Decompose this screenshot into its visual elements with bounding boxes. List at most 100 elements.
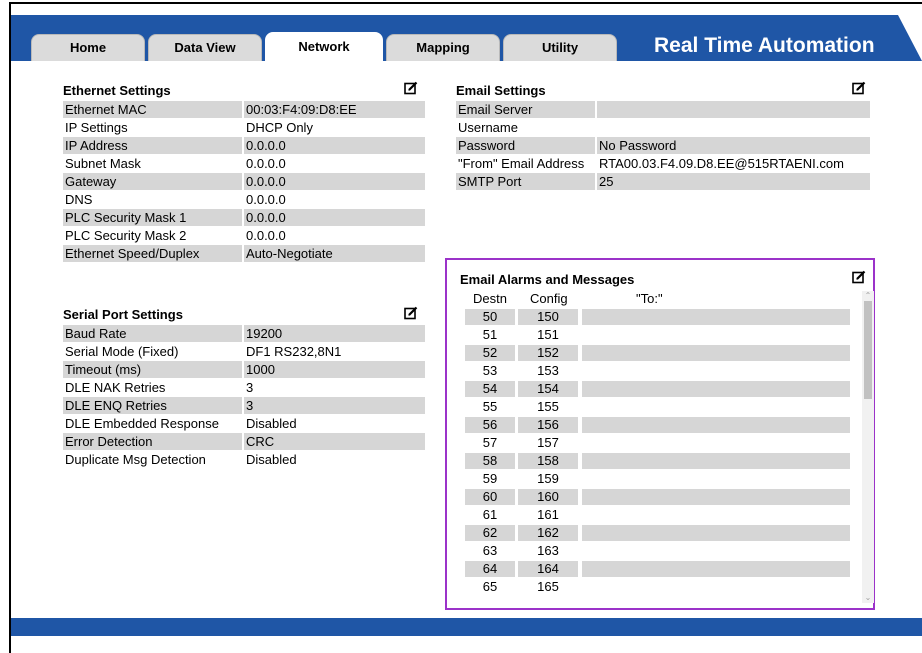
serial-setting-label: Serial Mode (Fixed) <box>65 344 179 359</box>
ethernet-setting-row: PLC Security Mask 1 0.0.0.0 <box>63 209 425 227</box>
alarm-row[interactable]: 63 163 <box>465 543 850 561</box>
ethernet-setting-row: Ethernet MAC 00:03:F4:09:D8:EE <box>63 101 425 119</box>
alarms-scrollbar[interactable]: ⌃ ⌄ <box>862 291 874 603</box>
ethernet-setting-row: Subnet Mask 0.0.0.0 <box>63 155 425 173</box>
serial-setting-row: Timeout (ms) 1000 <box>63 361 425 379</box>
alarm-config: 153 <box>537 363 559 378</box>
alarm-to-field[interactable] <box>582 327 850 343</box>
alarm-to-field[interactable] <box>582 525 850 541</box>
alarm-row[interactable]: 56 156 <box>465 417 850 435</box>
edit-icon[interactable] <box>852 81 866 95</box>
alarm-row[interactable]: 65 165 <box>465 579 850 597</box>
alarm-destn: 52 <box>465 345 515 361</box>
alarm-row[interactable]: 59 159 <box>465 471 850 489</box>
ethernet-setting-value: 0.0.0.0 <box>246 156 286 171</box>
ethernet-setting-value: 0.0.0.0 <box>246 228 286 243</box>
alarm-row[interactable]: 55 155 <box>465 399 850 417</box>
alarm-destn: 62 <box>465 525 515 541</box>
tab-data-view[interactable]: Data View <box>148 34 262 61</box>
alarm-config: 150 <box>518 309 578 325</box>
column-header-config: Config <box>530 291 568 306</box>
alarm-to-field[interactable] <box>582 489 850 505</box>
alarm-to-field[interactable] <box>582 507 850 523</box>
alarm-to-field[interactable] <box>582 471 850 487</box>
alarm-to-field[interactable] <box>582 543 850 559</box>
serial-setting-value: Disabled <box>246 416 297 431</box>
alarm-config: 151 <box>537 327 559 342</box>
ethernet-settings-title: Ethernet Settings <box>63 83 171 98</box>
alarm-destn: 54 <box>465 381 515 397</box>
alarm-destn: 55 <box>482 399 498 414</box>
email-setting-value: 25 <box>597 173 870 190</box>
alarm-to-field[interactable] <box>582 345 850 361</box>
alarm-destn: 51 <box>482 327 498 342</box>
ethernet-setting-value: 00:03:F4:09:D8:EE <box>244 101 425 118</box>
ethernet-setting-row: IP Address 0.0.0.0 <box>63 137 425 155</box>
alarm-destn: 65 <box>482 579 498 594</box>
email-alarms-list[interactable]: 50 150 51 151 52 152 53 153 54 154 55 155 56 156 57 157… <box>465 309 850 598</box>
alarm-to-field[interactable] <box>582 309 850 325</box>
alarm-config: 162 <box>518 525 578 541</box>
alarm-to-field[interactable] <box>582 579 850 595</box>
alarm-destn: 61 <box>482 507 498 522</box>
ethernet-setting-label: PLC Security Mask 1 <box>63 209 242 226</box>
alarm-destn: 53 <box>482 363 498 378</box>
ethernet-setting-row: PLC Security Mask 2 0.0.0.0 <box>63 227 425 245</box>
alarm-row[interactable]: 61 161 <box>465 507 850 525</box>
alarm-row[interactable]: 50 150 <box>465 309 850 327</box>
alarm-to-field[interactable] <box>582 363 850 379</box>
scroll-up-icon[interactable]: ⌃ <box>862 291 874 301</box>
ethernet-setting-label: Subnet Mask <box>65 156 141 171</box>
alarm-row[interactable]: 58 158 <box>465 453 850 471</box>
edit-icon[interactable] <box>404 306 418 320</box>
alarm-row[interactable]: 64 164 <box>465 561 850 579</box>
footer-bar <box>11 618 922 636</box>
alarm-destn: 58 <box>465 453 515 469</box>
tab-mapping[interactable]: Mapping <box>386 34 500 61</box>
brand-title: Real Time Automation <box>654 34 875 57</box>
serial-setting-label: Error Detection <box>63 433 242 450</box>
alarm-to-field[interactable] <box>582 381 850 397</box>
alarm-row[interactable]: 57 157 <box>465 435 850 453</box>
email-setting-label: SMTP Port <box>456 173 595 190</box>
alarm-config: 163 <box>537 543 559 558</box>
ethernet-setting-value: DHCP Only <box>246 120 313 135</box>
alarm-to-field[interactable] <box>582 561 850 577</box>
alarm-to-field[interactable] <box>582 435 850 451</box>
scroll-down-icon[interactable]: ⌄ <box>862 593 874 603</box>
serial-setting-row: Duplicate Msg Detection Disabled <box>63 451 425 469</box>
alarm-destn: 59 <box>482 471 498 486</box>
alarm-row[interactable]: 60 160 <box>465 489 850 507</box>
tab-network[interactable]: Network <box>265 32 383 61</box>
email-setting-value <box>597 119 870 136</box>
alarm-destn: 50 <box>465 309 515 325</box>
ethernet-setting-row: DNS 0.0.0.0 <box>63 191 425 209</box>
email-settings-title: Email Settings <box>456 83 546 98</box>
scrollbar-thumb[interactable] <box>864 301 872 399</box>
alarm-config: 154 <box>518 381 578 397</box>
tab-home[interactable]: Home <box>31 34 145 61</box>
email-setting-label: "From" Email Address <box>458 156 585 171</box>
tab-utility[interactable]: Utility <box>503 34 617 61</box>
alarm-config: 164 <box>518 561 578 577</box>
serial-setting-label: DLE ENQ Retries <box>63 397 242 414</box>
alarm-row[interactable]: 53 153 <box>465 363 850 381</box>
edit-icon[interactable] <box>852 270 866 284</box>
edit-icon[interactable] <box>404 81 418 95</box>
alarm-row[interactable]: 54 154 <box>465 381 850 399</box>
alarm-to-field[interactable] <box>582 417 850 433</box>
ethernet-setting-label: Ethernet Speed/Duplex <box>63 245 242 262</box>
ethernet-setting-value: 0.0.0.0 <box>244 137 425 154</box>
ethernet-setting-label: PLC Security Mask 2 <box>65 228 187 243</box>
serial-setting-row: Serial Mode (Fixed) DF1 RS232,8N1 <box>63 343 425 361</box>
alarm-row[interactable]: 62 162 <box>465 525 850 543</box>
alarm-row[interactable]: 52 152 <box>465 345 850 363</box>
alarm-to-field[interactable] <box>582 399 850 415</box>
serial-setting-value: 19200 <box>244 325 425 342</box>
alarm-row[interactable]: 51 151 <box>465 327 850 345</box>
serial-setting-value: 3 <box>244 397 425 414</box>
alarm-to-field[interactable] <box>582 453 850 469</box>
email-setting-value <box>597 101 870 118</box>
alarm-config: 158 <box>518 453 578 469</box>
ethernet-setting-label: Ethernet MAC <box>63 101 242 118</box>
